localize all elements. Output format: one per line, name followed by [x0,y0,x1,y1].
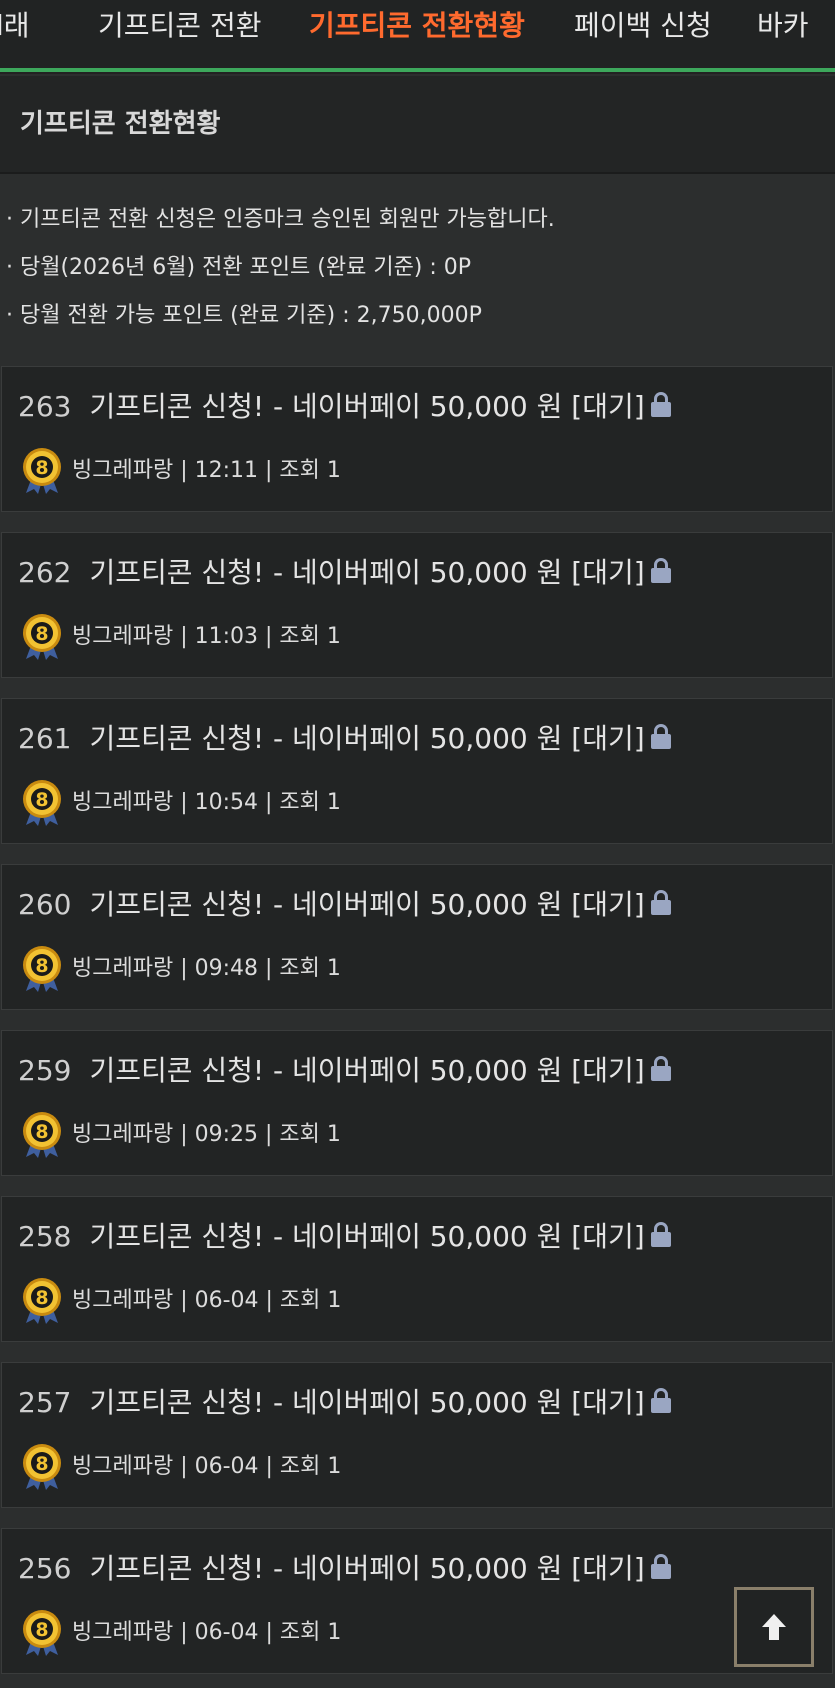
post-title-line[interactable]: 261 기프티콘 신청! - 네이버페이 50,000 원 [대기] [18,719,671,759]
accent-divider [0,68,835,74]
post-item[interactable]: 258 기프티콘 신청! - 네이버페이 50,000 원 [대기] 8 빙그레파… [1,1196,833,1342]
lock-icon [650,392,671,418]
post-meta-text: 빙그레파랑 | 11:03 | 조회 1 [72,624,341,649]
lock-icon [650,724,671,750]
notice-item: · 기프티콘 전환 신청은 인증마크 승인된 회원만 가능합니다. [6,207,555,232]
lock-icon [650,1554,671,1580]
svg-text:8: 8 [35,1287,48,1309]
level-badge-icon: 8 [23,448,61,494]
notice-item: · 당월(2026년 6월) 전환 포인트 (완료 기준) : 0P [6,255,472,280]
post-item[interactable]: 262 기프티콘 신청! - 네이버페이 50,000 원 [대기] 8 빙그레파… [1,532,833,678]
post-title[interactable]: 기프티콘 신청! - 네이버페이 50,000 원 [대기] [89,390,644,423]
post-meta-text: 빙그레파랑 | 09:25 | 조회 1 [72,1122,341,1147]
level-badge-icon: 8 [23,946,61,992]
level-badge-icon: 8 [23,1444,61,1490]
scroll-top-button[interactable] [734,1587,814,1667]
svg-text:8: 8 [35,623,48,645]
post-title-line[interactable]: 256 기프티콘 신청! - 네이버페이 50,000 원 [대기] [18,1549,671,1589]
post-number: 257 [18,1386,72,1419]
level-badge-icon: 8 [23,1278,61,1324]
page-header: 기프티콘 전환현황 [0,76,835,174]
lock-icon [650,1222,671,1248]
post-title[interactable]: 기프티콘 신청! - 네이버페이 50,000 원 [대기] [89,1386,644,1419]
post-title-line[interactable]: 260 기프티콘 신청! - 네이버페이 50,000 원 [대기] [18,885,671,925]
post-item[interactable]: 256 기프티콘 신청! - 네이버페이 50,000 원 [대기] 8 빙그레파… [1,1528,833,1674]
lock-icon [650,558,671,584]
post-meta-text: 빙그레파랑 | 09:48 | 조회 1 [72,956,341,981]
post-meta-text: 빙그레파랑 | 06-04 | 조회 1 [72,1454,342,1479]
post-title[interactable]: 기프티콘 신청! - 네이버페이 50,000 원 [대기] [89,722,644,755]
page-title: 기프티콘 전환현황 [20,109,221,139]
post-title[interactable]: 기프티콘 신청! - 네이버페이 50,000 원 [대기] [89,556,644,589]
post-number: 256 [18,1552,72,1585]
arrow-up-icon [762,1614,786,1640]
lock-icon [650,890,671,916]
svg-text:8: 8 [35,789,48,811]
post-item[interactable]: 257 기프티콘 신청! - 네이버페이 50,000 원 [대기] 8 빙그레파… [1,1362,833,1508]
post-number: 258 [18,1220,72,1253]
notice-list: · 기프티콘 전환 신청은 인증마크 승인된 회원만 가능합니다. · 당월(2… [0,176,835,364]
post-item[interactable]: 259 기프티콘 신청! - 네이버페이 50,000 원 [대기] 8 빙그레파… [1,1030,833,1176]
post-meta-text: 빙그레파랑 | 10:54 | 조회 1 [72,790,341,815]
svg-text:8: 8 [35,1453,48,1475]
post-number: 261 [18,722,72,755]
post-number: 262 [18,556,72,589]
notice-item: · 당월 전환 가능 포인트 (완료 기준) : 2,750,000P [6,303,482,328]
post-meta-text: 빙그레파랑 | 12:11 | 조회 1 [72,458,341,483]
level-badge-icon: 8 [23,614,61,660]
lock-icon [650,1056,671,1082]
tab-baccarat[interactable]: 바카 [757,6,809,46]
svg-text:8: 8 [35,457,48,479]
tab-payback-request[interactable]: 페이백 신청 [574,6,712,46]
tab-gifticon-convert[interactable]: 기프티콘 전환 [98,6,261,46]
post-title-line[interactable]: 258 기프티콘 신청! - 네이버페이 50,000 원 [대기] [18,1217,671,1257]
post-item[interactable]: 260 기프티콘 신청! - 네이버페이 50,000 원 [대기] 8 빙그레파… [1,864,833,1010]
post-number: 260 [18,888,72,921]
post-title[interactable]: 기프티콘 신청! - 네이버페이 50,000 원 [대기] [89,888,644,921]
post-title-line[interactable]: 263 기프티콘 신청! - 네이버페이 50,000 원 [대기] [18,387,671,427]
svg-text:8: 8 [35,1619,48,1641]
top-tab-nav: l래 기프티콘 전환 기프티콘 전환현황 페이백 신청 바카 [0,0,835,70]
post-item[interactable]: 261 기프티콘 신청! - 네이버페이 50,000 원 [대기] 8 빙그레파… [1,698,833,844]
post-title[interactable]: 기프티콘 신청! - 네이버페이 50,000 원 [대기] [89,1054,644,1087]
post-title[interactable]: 기프티콘 신청! - 네이버페이 50,000 원 [대기] [89,1220,644,1253]
tab-0[interactable]: l래 [0,6,30,46]
tab-gifticon-status[interactable]: 기프티콘 전환현황 [309,6,525,46]
post-meta-text: 빙그레파랑 | 06-04 | 조회 1 [72,1620,342,1645]
post-title-line[interactable]: 257 기프티콘 신청! - 네이버페이 50,000 원 [대기] [18,1383,671,1423]
svg-text:8: 8 [35,1121,48,1143]
post-number: 263 [18,390,72,423]
svg-text:8: 8 [35,955,48,977]
lock-icon [650,1388,671,1414]
level-badge-icon: 8 [23,1112,61,1158]
post-number: 259 [18,1054,72,1087]
post-item[interactable]: 263 기프티콘 신청! - 네이버페이 50,000 원 [대기] 8 빙그레파… [1,366,833,512]
post-title-line[interactable]: 262 기프티콘 신청! - 네이버페이 50,000 원 [대기] [18,553,671,593]
post-meta-text: 빙그레파랑 | 06-04 | 조회 1 [72,1288,342,1313]
level-badge-icon: 8 [23,1610,61,1656]
page: l래 기프티콘 전환 기프티콘 전환현황 페이백 신청 바카 기프티콘 전환현황… [0,0,835,1688]
post-title[interactable]: 기프티콘 신청! - 네이버페이 50,000 원 [대기] [89,1552,644,1585]
post-title-line[interactable]: 259 기프티콘 신청! - 네이버페이 50,000 원 [대기] [18,1051,671,1091]
level-badge-icon: 8 [23,780,61,826]
